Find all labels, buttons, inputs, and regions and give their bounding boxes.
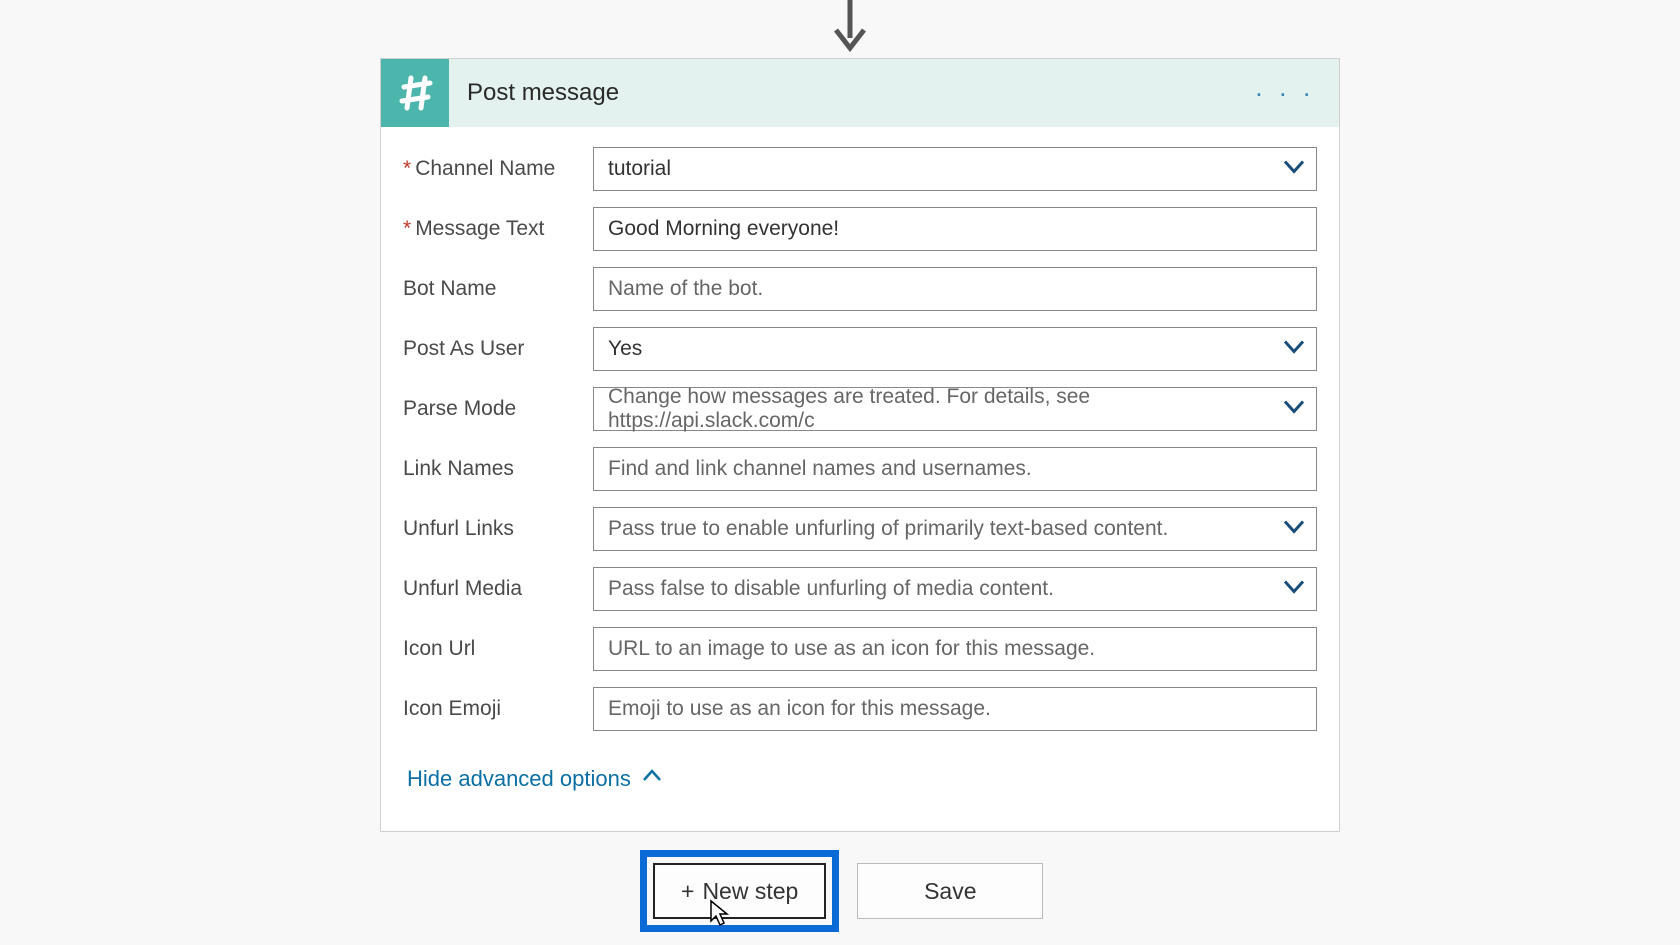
parse-mode-dropdown[interactable]: Change how messages are treated. For det… (593, 387, 1317, 431)
icon-emoji-input[interactable] (593, 687, 1317, 731)
slack-hash-icon (381, 59, 449, 127)
unfurl-links-dropdown[interactable]: Pass true to enable unfurling of primari… (593, 507, 1317, 551)
chevron-up-icon (641, 765, 663, 793)
post-message-card: Post message · · · *Channel Name tutoria… (380, 58, 1340, 832)
label-icon-url: Icon Url (403, 637, 593, 661)
row-post-as-user: Post As User Yes (403, 327, 1317, 371)
highlight-box: + New step (640, 850, 839, 932)
link-names-input[interactable] (593, 447, 1317, 491)
more-options-icon[interactable]: · · · (1255, 78, 1315, 109)
row-parse-mode: Parse Mode Change how messages are treat… (403, 387, 1317, 431)
message-text-input[interactable] (593, 207, 1317, 251)
label-link-names: Link Names (403, 457, 593, 481)
card-body: *Channel Name tutorial *Message Text Bot… (381, 127, 1339, 831)
hide-advanced-options-link[interactable]: Hide advanced options (407, 765, 663, 793)
label-bot-name: Bot Name (403, 277, 593, 301)
row-unfurl-links: Unfurl Links Pass true to enable unfurli… (403, 507, 1317, 551)
channel-name-dropdown[interactable]: tutorial (593, 147, 1317, 191)
card-title: Post message (467, 79, 619, 107)
label-channel-name: *Channel Name (403, 157, 593, 181)
plus-icon: + (681, 878, 694, 905)
row-channel-name: *Channel Name tutorial (403, 147, 1317, 191)
footer-buttons: + New step Save (640, 850, 1043, 932)
icon-url-input[interactable] (593, 627, 1317, 671)
bot-name-input[interactable] (593, 267, 1317, 311)
label-post-as-user: Post As User (403, 337, 593, 361)
row-link-names: Link Names (403, 447, 1317, 491)
card-header[interactable]: Post message · · · (381, 59, 1339, 127)
row-icon-emoji: Icon Emoji (403, 687, 1317, 731)
row-bot-name: Bot Name (403, 267, 1317, 311)
flow-arrow-down-icon (830, 0, 870, 55)
unfurl-media-dropdown[interactable]: Pass false to disable unfurling of media… (593, 567, 1317, 611)
label-unfurl-links: Unfurl Links (403, 517, 593, 541)
new-step-button[interactable]: + New step (653, 863, 826, 919)
label-unfurl-media: Unfurl Media (403, 577, 593, 601)
row-icon-url: Icon Url (403, 627, 1317, 671)
label-parse-mode: Parse Mode (403, 397, 593, 421)
row-message-text: *Message Text (403, 207, 1317, 251)
label-icon-emoji: Icon Emoji (403, 697, 593, 721)
label-message-text: *Message Text (403, 217, 593, 241)
save-button[interactable]: Save (857, 863, 1043, 919)
post-as-user-dropdown[interactable]: Yes (593, 327, 1317, 371)
row-unfurl-media: Unfurl Media Pass false to disable unfur… (403, 567, 1317, 611)
